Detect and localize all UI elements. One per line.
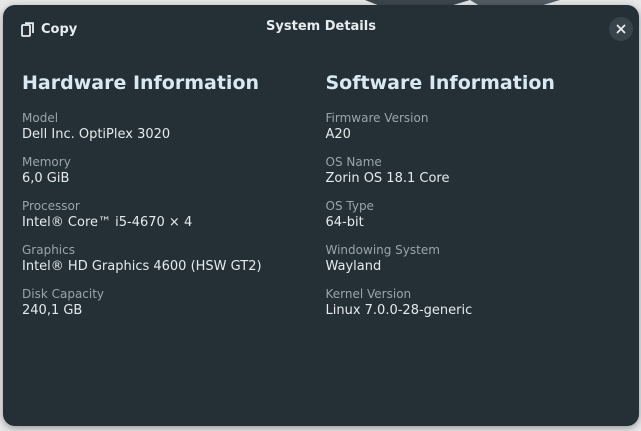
hardware-field-memory: Memory 6,0 GiB <box>22 155 326 188</box>
software-field-os-name: OS Name Zorin OS 18.1 Core <box>326 155 630 188</box>
hardware-field-processor: Processor Intel® Core™ i5-4670 × 4 <box>22 199 326 232</box>
software-field-os-type: OS Type 64-bit <box>326 199 630 232</box>
field-label: Model <box>22 111 59 125</box>
field-label: OS Type <box>325 199 374 213</box>
hardware-field-disk-capacity: Disk Capacity 240,1 GB <box>22 287 326 320</box>
field-value: Intel® Core™ i5-4670 × 4 <box>22 215 193 230</box>
field-label: Processor <box>22 199 80 213</box>
field-label: Memory <box>22 155 71 169</box>
software-field-firmware-version: Firmware Version A20 <box>326 111 630 144</box>
hardware-section: Hardware Information Model Dell Inc. Opt… <box>22 71 326 331</box>
field-value: Wayland <box>325 259 382 274</box>
field-label: Firmware Version <box>325 111 429 125</box>
field-label: Graphics <box>22 243 75 257</box>
field-label: OS Name <box>325 155 382 169</box>
field-value: 64-bit <box>325 215 364 230</box>
field-label: Windowing System <box>325 243 440 257</box>
field-value: 6,0 GiB <box>22 171 70 186</box>
close-icon <box>616 24 626 34</box>
field-value: 240,1 GB <box>22 303 83 318</box>
field-value: A20 <box>325 127 351 142</box>
software-field-kernel-version: Kernel Version Linux 7.0.0-28-generic <box>326 287 630 320</box>
software-section: Software Information Firmware Version A2… <box>326 71 630 331</box>
details-columns: Hardware Information Model Dell Inc. Opt… <box>22 71 629 331</box>
hardware-field-model: Model Dell Inc. OptiPlex 3020 <box>22 111 326 144</box>
field-value: Linux 7.0.0-28-generic <box>325 303 473 318</box>
field-label: Disk Capacity <box>22 287 105 301</box>
field-value: Intel® HD Graphics 4600 (HSW GT2) <box>22 259 262 274</box>
dialog-header: Copy System Details <box>3 5 639 51</box>
close-button[interactable] <box>609 17 633 41</box>
field-label: Kernel Version <box>325 287 412 301</box>
software-section-title: Software Information <box>325 72 555 94</box>
dialog-title: System Details <box>266 19 376 34</box>
system-details-dialog: Copy System Details Hardware Information… <box>3 5 639 426</box>
hardware-field-graphics: Graphics Intel® HD Graphics 4600 (HSW GT… <box>22 243 326 276</box>
field-value: Zorin OS 18.1 Core <box>325 171 450 186</box>
software-field-windowing-system: Windowing System Wayland <box>326 243 630 276</box>
field-value: Dell Inc. OptiPlex 3020 <box>22 127 171 142</box>
hardware-section-title: Hardware Information <box>22 72 260 94</box>
